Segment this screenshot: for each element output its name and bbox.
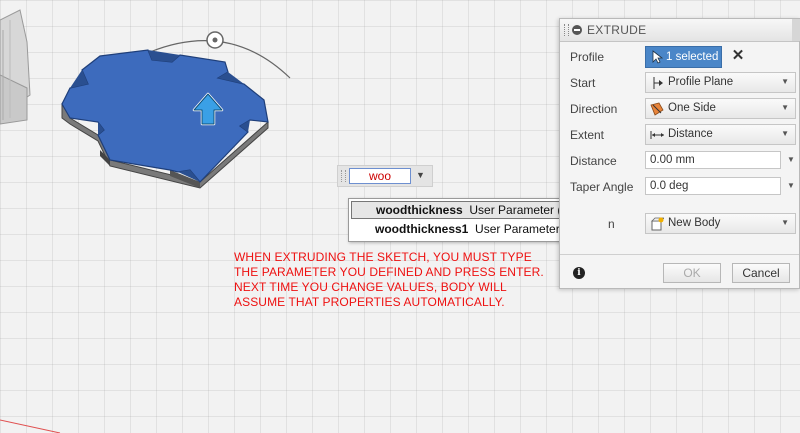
- profile-value: 1 selected: [666, 51, 719, 63]
- axis-line: [0, 419, 61, 433]
- divider: [560, 254, 799, 255]
- one-side-icon: [650, 102, 664, 116]
- start-label: Start: [570, 76, 596, 90]
- dialog-title: EXTRUDE: [587, 23, 647, 37]
- chevron-down-icon[interactable]: ▼: [416, 170, 425, 180]
- direction-label: Direction: [570, 102, 618, 116]
- operation-dropdown[interactable]: New Body ▼: [645, 213, 796, 234]
- start-value: Profile Plane: [668, 76, 734, 88]
- taper-label: Taper Angle: [570, 180, 634, 194]
- ghost-body: [0, 9, 31, 125]
- profile-label: Profile: [570, 50, 605, 64]
- annotation-line: WHEN EXTRUDING THE SKETCH, YOU MUST TYPE: [234, 250, 532, 264]
- extrude-dialog: EXTRUDE Profile 1 selected ✕ Start Profi…: [559, 18, 800, 289]
- drag-grip-icon[interactable]: [564, 24, 569, 36]
- info-icon[interactable]: i: [573, 267, 585, 279]
- annotation-line: NEXT TIME YOU CHANGE VALUES, BODY WILL: [234, 280, 507, 294]
- new-body-icon: [651, 217, 664, 231]
- distance-icon: [650, 131, 664, 139]
- annotation-line: THE PARAMETER YOU DEFINED AND PRESS ENTE…: [234, 265, 544, 279]
- drag-grip-icon[interactable]: [341, 170, 346, 182]
- annotation-note: WHEN EXTRUDING THE SKETCH, YOU MUST TYPE…: [234, 250, 554, 310]
- extent-value: Distance: [668, 128, 713, 140]
- ok-button[interactable]: OK: [663, 263, 721, 283]
- chevron-down-icon: ▼: [781, 218, 789, 227]
- distance-input[interactable]: [645, 151, 781, 169]
- cancel-button[interactable]: Cancel: [732, 263, 790, 283]
- cursor-icon: [652, 50, 663, 64]
- direction-dropdown[interactable]: One Side ▼: [645, 98, 796, 119]
- header-edge: [792, 19, 800, 41]
- extent-label: Extent: [570, 128, 605, 142]
- profile-plane-icon: [653, 77, 663, 89]
- collapse-icon[interactable]: [572, 25, 582, 35]
- operation-row: n New Body ▼: [560, 213, 800, 235]
- chevron-down-icon: ▼: [781, 77, 789, 86]
- value-input-box: ▼: [337, 165, 433, 187]
- direction-value: One Side: [668, 102, 716, 114]
- chevron-down-icon: ▼: [781, 129, 789, 138]
- dialog-header[interactable]: EXTRUDE: [560, 19, 800, 42]
- operation-label: n: [608, 217, 615, 231]
- rotation-handle[interactable]: [206, 31, 224, 49]
- chevron-down-icon[interactable]: ▼: [787, 155, 795, 164]
- extent-dropdown[interactable]: Distance ▼: [645, 124, 796, 145]
- taper-angle-input[interactable]: [645, 177, 781, 195]
- chevron-down-icon[interactable]: ▼: [787, 181, 795, 190]
- value-input[interactable]: [349, 168, 411, 184]
- direction-row: Direction One Side ▼: [560, 98, 800, 120]
- operation-value: New Body: [668, 217, 721, 229]
- parameter-name: woodthickness1: [375, 222, 469, 236]
- profile-row: Profile 1 selected ✕: [560, 46, 800, 68]
- start-dropdown[interactable]: Profile Plane ▼: [645, 72, 796, 93]
- clear-selection-icon[interactable]: ✕: [730, 48, 746, 64]
- distance-row: Distance ▼: [560, 150, 800, 172]
- extent-row: Extent Distance ▼: [560, 124, 800, 146]
- sketch-profile-face[interactable]: [61, 49, 269, 183]
- taper-row: Taper Angle ▼: [560, 176, 800, 198]
- distance-label: Distance: [570, 154, 617, 168]
- annotation-line: ASSUME THAT PROPERTIES AUTOMATICALLY.: [234, 295, 505, 309]
- chevron-down-icon: ▼: [781, 103, 789, 112]
- parameter-name: woodthickness: [376, 203, 463, 217]
- profile-select-button[interactable]: 1 selected: [645, 46, 722, 68]
- start-row: Start Profile Plane ▼: [560, 72, 800, 94]
